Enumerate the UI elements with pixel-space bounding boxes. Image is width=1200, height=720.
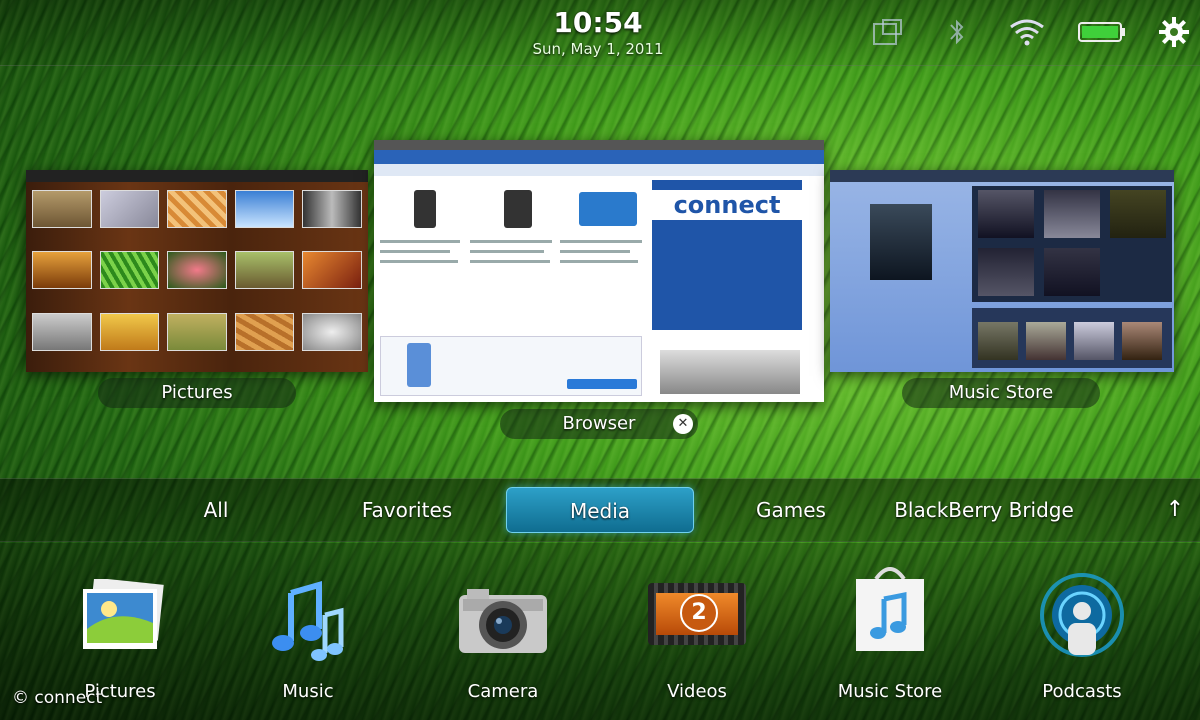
music-store-topbar <box>830 170 1174 182</box>
close-icon[interactable]: ✕ <box>673 414 693 434</box>
thumb <box>302 251 362 290</box>
phone-image <box>414 190 436 228</box>
album-art <box>978 190 1034 238</box>
pictures-card-topbar <box>26 170 368 182</box>
thumb <box>32 251 92 290</box>
site-panel: connect <box>652 180 802 330</box>
text-line <box>380 260 458 263</box>
site-logo: connect <box>652 190 802 220</box>
album-art <box>1044 248 1100 296</box>
app-label: Camera <box>467 681 539 702</box>
tab-all[interactable]: All <box>176 487 256 533</box>
camera-icon <box>459 579 547 653</box>
album-art <box>870 204 932 280</box>
album-art <box>1044 190 1100 238</box>
album-art <box>1110 190 1166 238</box>
thumb <box>234 312 295 351</box>
music-store-card[interactable] <box>830 170 1174 372</box>
text-line <box>470 250 544 253</box>
tab-games[interactable]: Games <box>736 487 846 533</box>
gear-icon[interactable] <box>1156 14 1192 50</box>
tab-favorites[interactable]: Favorites <box>342 487 472 533</box>
pictures-card[interactable] <box>26 170 368 372</box>
podcasts-icon <box>1040 573 1124 657</box>
album-art <box>1026 322 1066 360</box>
app-grid: Pictures Music Camera 2 Videos Music Sto… <box>0 543 1200 720</box>
app-switcher: Pictures connect Browser ✕ Music Store <box>0 66 1200 476</box>
text-line <box>560 240 642 243</box>
thumb <box>99 190 160 228</box>
album-art <box>978 322 1018 360</box>
thumb <box>167 312 227 351</box>
text-line <box>560 260 638 263</box>
album-art <box>1122 322 1162 360</box>
tab-media[interactable]: Media <box>506 487 694 533</box>
thumb <box>99 251 160 290</box>
browser-navbar <box>374 150 824 164</box>
browser-card-label: Browser <box>500 409 698 439</box>
thumb <box>302 312 362 351</box>
pictures-card-label: Pictures <box>98 378 296 408</box>
album-art <box>978 248 1034 296</box>
expand-arrow-icon[interactable]: ↑ <box>1160 487 1190 533</box>
app-videos[interactable]: 2 Videos <box>627 579 767 709</box>
featured-albums <box>972 186 1172 302</box>
text-line <box>470 260 550 263</box>
thumb <box>32 312 92 351</box>
phone-image <box>504 190 532 228</box>
thumb <box>32 190 92 228</box>
app-camera[interactable]: Camera <box>433 579 573 709</box>
phone-image <box>579 192 637 226</box>
thumb <box>302 190 362 228</box>
music-store-icon <box>855 567 925 651</box>
browser-tabbar <box>374 140 824 150</box>
app-podcasts[interactable]: Podcasts <box>1012 573 1152 709</box>
orientation-icon[interactable] <box>870 14 906 50</box>
album-row <box>972 308 1172 368</box>
text-line <box>470 240 552 243</box>
music-icon <box>272 579 344 661</box>
app-music-store[interactable]: Music Store <box>820 567 960 709</box>
videos-icon: 2 <box>648 579 746 649</box>
app-label: Videos <box>667 681 727 702</box>
pictures-icon <box>83 577 164 649</box>
app-label: Music Store <box>837 681 943 702</box>
battery-icon[interactable] <box>1076 14 1128 50</box>
app-music[interactable]: Music <box>238 579 378 709</box>
pictures-thumb-grid <box>26 182 368 372</box>
wifi-icon[interactable] <box>1006 14 1048 50</box>
browser-subnav <box>374 164 824 176</box>
text-line <box>380 250 450 253</box>
text-line <box>380 240 460 243</box>
category-tabs: All Favorites Media Games BlackBerry Bri… <box>0 478 1200 542</box>
phone-image <box>407 343 431 387</box>
browser-label-text: Browser <box>562 413 636 434</box>
tab-blackberry-bridge[interactable]: BlackBerry Bridge <box>886 487 1082 533</box>
music-store-card-label: Music Store <box>902 378 1100 408</box>
text-line <box>560 250 630 253</box>
app-label: Podcasts <box>1042 681 1122 702</box>
thumb <box>167 251 227 290</box>
ad-banner <box>380 336 642 396</box>
album-art <box>1074 322 1114 360</box>
ad-button <box>567 379 637 389</box>
browser-card[interactable]: connect <box>374 140 824 402</box>
watermark: © connect <box>12 688 103 708</box>
devices-image <box>660 350 800 394</box>
app-label: Music <box>282 681 334 702</box>
thumb <box>234 251 295 290</box>
thumb <box>234 190 295 228</box>
bluetooth-icon[interactable] <box>942 14 972 50</box>
thumb <box>99 312 160 351</box>
countdown-badge: 2 <box>680 594 718 632</box>
status-bar: 10:54 Sun, May 1, 2011 <box>0 0 1200 66</box>
thumb <box>167 190 227 228</box>
